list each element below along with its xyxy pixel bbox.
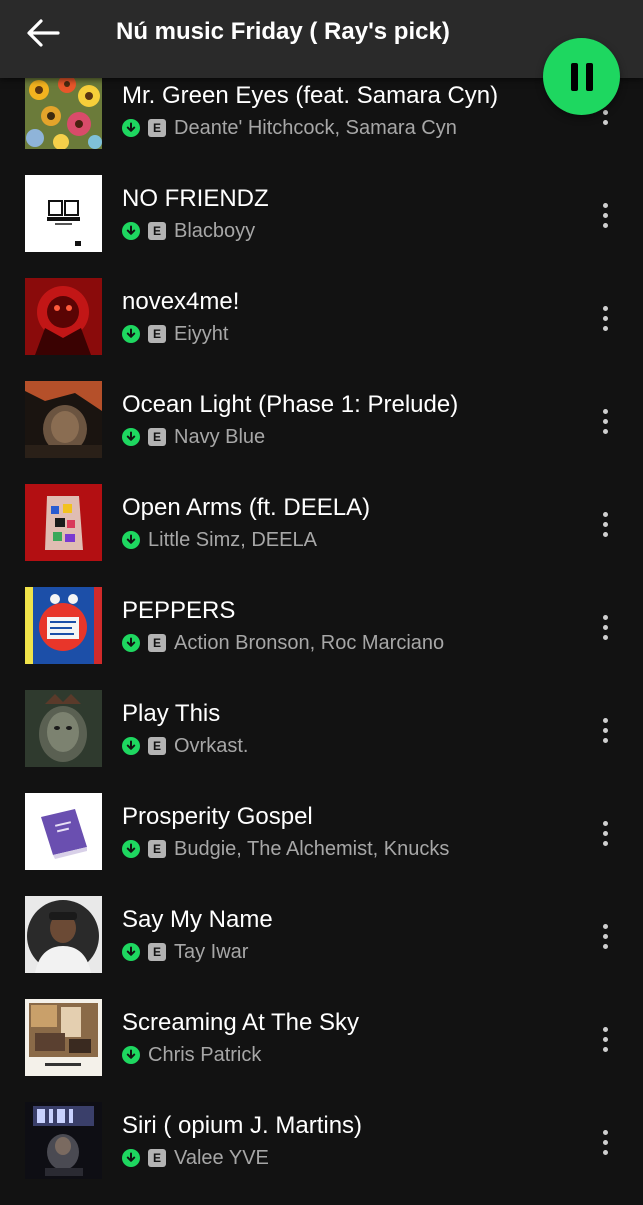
album-cover (25, 72, 102, 149)
track-artist: Valee YVE (174, 1146, 269, 1169)
explicit-badge: E (148, 428, 166, 446)
track-row[interactable]: Open Arms (ft. DEELA) Little Simz, DEELA (0, 484, 643, 587)
track-artist: Little Simz, DEELA (148, 528, 317, 551)
track-meta: E Deante' Hitchcock, Samara Cyn (122, 117, 457, 139)
track-title: Siri ( opium J. Martins) (122, 1112, 363, 1139)
track-row[interactable]: Prosperity Gospel E Budgie, The Alchemis… (0, 793, 643, 896)
downloaded-icon (122, 428, 140, 446)
track-row[interactable]: novex4me! E Eiyyht (0, 278, 643, 381)
explicit-badge: E (148, 737, 166, 755)
explicit-badge: E (148, 325, 166, 343)
track-title: NO FRIENDZ (122, 185, 269, 212)
downloaded-icon (122, 737, 140, 755)
explicit-badge: E (148, 634, 166, 652)
pause-icon-bar (585, 62, 593, 91)
downloaded-icon (122, 1046, 140, 1064)
track-title: Screaming At The Sky (122, 1009, 359, 1036)
track-row[interactable]: Ocean Light (Phase 1: Prelude) E Navy Bl… (0, 381, 643, 484)
track-artist: Action Bronson, Roc Marciano (174, 631, 445, 654)
track-title: PEPPERS (122, 597, 236, 624)
track-title: Mr. Green Eyes (feat. Samara Cyn) (122, 82, 499, 109)
track-artist: Tay Iwar (174, 940, 249, 963)
more-options-icon[interactable] (589, 914, 621, 958)
album-cover (25, 896, 102, 973)
downloaded-icon (122, 634, 140, 652)
track-artist: Ovrkast. (174, 734, 249, 757)
album-cover (25, 1102, 102, 1179)
more-options-icon[interactable] (589, 1120, 621, 1164)
track-list: Mr. Green Eyes (feat. Samara Cyn) E Dean… (0, 0, 643, 1200)
track-meta: E Ovrkast. (122, 735, 248, 757)
album-cover (25, 690, 102, 767)
track-meta: Chris Patrick (122, 1044, 261, 1066)
track-title: Prosperity Gospel (122, 803, 313, 830)
explicit-badge: E (148, 1149, 166, 1167)
more-options-icon[interactable] (589, 399, 621, 443)
track-title: Play This (122, 700, 221, 727)
more-options-icon[interactable] (589, 1017, 621, 1061)
track-row[interactable]: PEPPERS E Action Bronson, Roc Marciano (0, 587, 643, 690)
album-cover (25, 278, 102, 355)
album-cover (25, 484, 102, 561)
pause-button[interactable] (543, 38, 620, 115)
more-options-icon[interactable] (589, 502, 621, 546)
pause-icon (570, 62, 578, 91)
track-row[interactable]: NO FRIENDZ E Blacboyy (0, 175, 643, 278)
downloaded-icon (122, 840, 140, 858)
track-artist: Blacboyy (174, 219, 256, 242)
more-options-icon[interactable] (589, 193, 621, 237)
track-row[interactable]: Screaming At The Sky Chris Patrick (0, 999, 643, 1102)
back-arrow-icon[interactable] (18, 8, 68, 58)
downloaded-icon (122, 1149, 140, 1167)
track-meta: E Budgie, The Alchemist, Knucks (122, 838, 449, 860)
explicit-badge: E (148, 119, 166, 137)
downloaded-icon (122, 943, 140, 961)
track-meta: E Tay Iwar (122, 941, 248, 963)
explicit-badge: E (148, 943, 166, 961)
track-row[interactable]: Say My Name E Tay Iwar (0, 896, 643, 999)
explicit-badge: E (148, 222, 166, 240)
album-cover (25, 999, 102, 1076)
track-title: Open Arms (ft. DEELA) (122, 494, 371, 521)
track-meta: E Action Bronson, Roc Marciano (122, 632, 444, 654)
track-artist: Deante' Hitchcock, Samara Cyn (174, 116, 457, 139)
track-title: novex4me! (122, 288, 240, 315)
track-meta: E Eiyyht (122, 323, 228, 345)
track-meta: E Valee YVE (122, 1147, 269, 1169)
album-cover (25, 587, 102, 664)
playlist-title: Nú music Friday ( Ray's pick) (116, 18, 450, 45)
track-artist: Navy Blue (174, 425, 266, 448)
album-cover (25, 381, 102, 458)
downloaded-icon (122, 119, 140, 137)
track-artist: Eiyyht (174, 322, 229, 345)
more-options-icon[interactable] (589, 811, 621, 855)
track-artist: Budgie, The Alchemist, Knucks (174, 837, 450, 860)
album-cover (25, 793, 102, 870)
track-meta: E Blacboyy (122, 220, 255, 242)
more-options-icon[interactable] (589, 605, 621, 649)
album-cover (25, 175, 102, 252)
track-meta: Little Simz, DEELA (122, 529, 317, 551)
track-meta: E Navy Blue (122, 426, 265, 448)
downloaded-icon (122, 222, 140, 240)
track-artist: Chris Patrick (148, 1043, 262, 1066)
downloaded-icon (122, 531, 140, 549)
track-title: Say My Name (122, 906, 273, 933)
downloaded-icon (122, 325, 140, 343)
more-options-icon[interactable] (589, 296, 621, 340)
track-row[interactable]: Siri ( opium J. Martins) E Valee YVE (0, 1102, 643, 1205)
track-row[interactable]: Play This E Ovrkast. (0, 690, 643, 793)
explicit-badge: E (148, 840, 166, 858)
track-title: Ocean Light (Phase 1: Prelude) (122, 391, 459, 418)
more-options-icon[interactable] (589, 708, 621, 752)
